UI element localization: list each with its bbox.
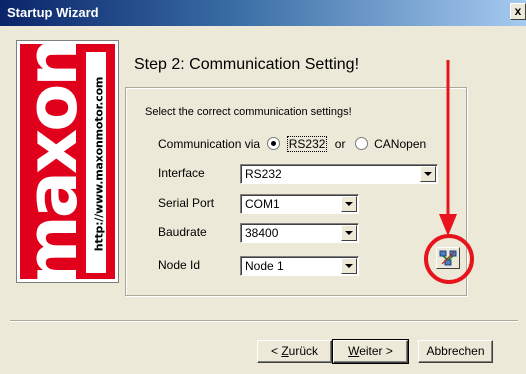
next-button-rest: eiter > [359, 344, 393, 358]
title-bar: Startup Wizard x [0, 0, 526, 26]
baudrate-dropdown-arrow[interactable] [341, 225, 357, 241]
next-button-mnemonic: W [348, 344, 360, 358]
back-button-rest: urück [288, 344, 319, 358]
canopen-radio[interactable] [354, 137, 368, 151]
interface-select[interactable]: RS232 [240, 164, 438, 184]
node-id-value: Node 1 [245, 259, 284, 273]
logo-url-text: http://www.maxonmotor.com [92, 76, 106, 252]
footer-separator [10, 320, 518, 322]
interface-label: Interface [158, 166, 205, 180]
canopen-radio-label[interactable]: CANopen [374, 137, 426, 151]
serial-port-value: COM1 [245, 197, 280, 211]
rs232-radio-label[interactable]: RS232 [286, 135, 328, 152]
baudrate-label: Baudrate [158, 225, 207, 239]
network-scan-icon [439, 250, 457, 266]
communication-via-row: Communication via RS232 or CANopen [158, 135, 426, 152]
node-id-select[interactable]: Node 1 [240, 256, 359, 276]
communication-via-label: Communication via [158, 136, 261, 151]
interface-value: RS232 [245, 167, 282, 181]
back-button-mnemonic: Z [281, 344, 289, 358]
serial-port-dropdown-arrow[interactable] [341, 196, 357, 212]
rs232-radio[interactable] [267, 137, 281, 151]
window-title: Startup Wizard [7, 5, 99, 20]
cancel-button[interactable]: Abbrechen [418, 340, 493, 363]
or-label: or [334, 136, 346, 151]
logo-brand-text: maxon [17, 41, 93, 282]
instruction-text: Select the correct communication setting… [145, 106, 352, 118]
interface-dropdown-arrow[interactable] [420, 166, 436, 182]
node-id-label: Node Id [158, 258, 201, 272]
baudrate-value: 38400 [245, 226, 279, 240]
close-button[interactable]: x [510, 3, 526, 20]
back-button-prefix: < [270, 344, 282, 358]
next-button[interactable]: Weiter > [332, 339, 409, 364]
node-id-dropdown-arrow[interactable] [341, 258, 357, 274]
network-scan-button[interactable] [436, 247, 460, 269]
serial-port-label: Serial Port [158, 196, 215, 210]
back-button[interactable]: < Zurück [257, 340, 332, 363]
serial-port-select[interactable]: COM1 [240, 194, 359, 214]
step-title: Step 2: Communication Setting! [134, 56, 360, 73]
baudrate-select[interactable]: 38400 [240, 223, 359, 243]
maxon-logo: maxon http://www.maxonmotor.com [16, 40, 119, 283]
